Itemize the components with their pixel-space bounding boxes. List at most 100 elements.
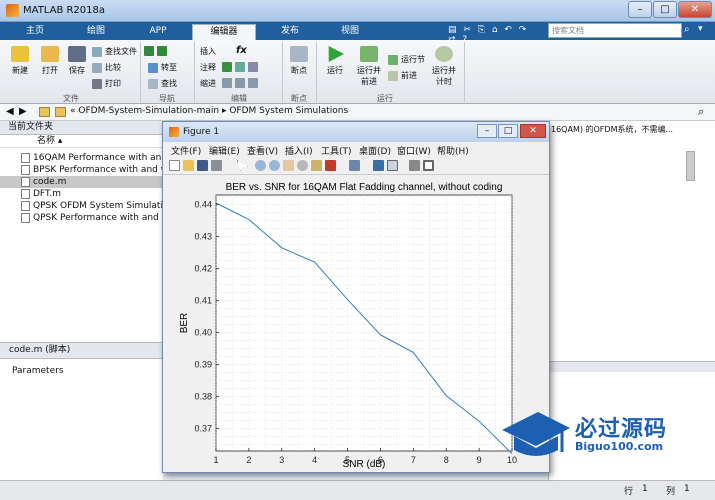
goto-button[interactable]: 转至 — [148, 62, 177, 73]
list-item[interactable]: code.m — [0, 176, 163, 188]
editor-scrollbar[interactable] — [686, 151, 695, 181]
quick-access-toolbar[interactable]: ▤ ✂ ⎘ ⌂ ↶ ↷ ⇄ ? — [448, 25, 540, 45]
brush-icon[interactable] — [325, 160, 336, 171]
breakpoints-button[interactable]: 断点 — [286, 46, 312, 76]
tab-view[interactable]: 视图 — [322, 24, 378, 40]
name-column-header[interactable]: 名称 ▴ — [0, 135, 163, 148]
run-button[interactable]: 运行 — [320, 46, 350, 76]
menu-view[interactable]: 查看(V) — [247, 144, 278, 157]
menu-desktop[interactable]: 桌面(D) — [359, 144, 391, 157]
figure-window[interactable]: Figure 1 – □ ✕ 文件(F) 编辑(E) 查看(V) 插入(I) 工… — [162, 121, 550, 473]
menu-insert[interactable]: 插入(I) — [285, 144, 313, 157]
maximize-button[interactable]: □ — [653, 1, 677, 18]
menu-tools[interactable]: 工具(T) — [321, 144, 352, 157]
search-folder-icon[interactable]: ⌕ — [698, 105, 704, 119]
list-item[interactable]: QPSK OFDM System Simulations — [0, 200, 163, 212]
back-forward-buttons[interactable] — [144, 46, 170, 56]
x-tick-label: 7 — [411, 455, 416, 465]
tab-publish[interactable]: 发布 — [262, 24, 318, 40]
figure-minimize-button[interactable]: – — [477, 124, 497, 138]
run-time-icon — [435, 46, 453, 62]
open-file-icon[interactable] — [183, 160, 194, 171]
x-tick-label: 1 — [213, 455, 218, 465]
details-text: Parameters — [12, 366, 64, 376]
tab-apps[interactable]: APP — [130, 24, 186, 40]
current-folder-panel: 当前文件夹 名称 ▴ 16QAM Performance with and w … — [0, 121, 163, 342]
run-and-time-button[interactable]: 运行并 计时 — [428, 46, 460, 87]
current-folder-title: 当前文件夹 — [0, 121, 163, 135]
forward-arrow-icon[interactable]: ▶ — [19, 106, 27, 117]
details-panel-header[interactable]: code.m (脚本) — [0, 342, 163, 359]
save-button[interactable]: 保存 — [64, 46, 90, 76]
advance-button[interactable]: 前进 — [388, 70, 417, 81]
close-button[interactable]: ✕ — [678, 1, 712, 18]
tab-plots[interactable]: 绘图 — [68, 24, 124, 40]
comment-button[interactable]: 注释 — [200, 62, 216, 73]
data-cursor-icon[interactable] — [311, 160, 322, 171]
group-label-edit: 编辑 — [231, 94, 247, 103]
print-button[interactable]: 打印 — [92, 78, 121, 89]
indent-button[interactable]: 缩进 — [200, 78, 216, 89]
compare-button[interactable]: 比较 — [92, 62, 121, 73]
search-docs-input[interactable]: 搜索文档 — [548, 23, 682, 38]
sign-in-icon[interactable]: ▾ — [698, 24, 703, 34]
show-plot-tools-icon[interactable] — [423, 160, 434, 171]
function-fx-button[interactable]: fx — [236, 45, 247, 56]
new-file-icon — [11, 46, 29, 62]
pan-hand-icon[interactable] — [283, 160, 294, 171]
minimize-button[interactable]: – — [628, 1, 652, 18]
run-section-button[interactable]: 运行节 — [388, 54, 425, 65]
figure-close-button[interactable]: ✕ — [520, 124, 546, 138]
group-label-breakpoints: 断点 — [291, 94, 307, 103]
zoom-out-icon[interactable] — [269, 160, 280, 171]
list-item[interactable]: BPSK Performance with and with — [0, 164, 163, 176]
open-button[interactable]: 打开 — [36, 46, 64, 76]
matlab-logo-icon — [6, 4, 19, 17]
menu-help[interactable]: 帮助(H) — [437, 144, 469, 157]
col-label: 列 — [666, 487, 676, 497]
link-plot-icon[interactable] — [349, 160, 360, 171]
new-button[interactable]: 新建 — [6, 46, 34, 76]
indent-tools[interactable] — [222, 78, 261, 88]
y-tick-label: 0.37 — [194, 424, 212, 434]
comment-tools[interactable] — [222, 62, 261, 72]
pointer-icon[interactable] — [237, 160, 248, 171]
list-item[interactable]: 16QAM Performance with and w — [0, 152, 163, 164]
editor-ribbon: 新建 打开 保存 查找文件 比较 打印 文件 转至 查找 导航 插入 fx 注释… — [0, 40, 715, 104]
print-figure-icon[interactable] — [211, 160, 222, 171]
tab-home[interactable]: 主页 — [10, 24, 60, 40]
rotate-3d-icon[interactable] — [297, 160, 308, 171]
divider — [316, 42, 317, 102]
menu-file[interactable]: 文件(F) — [171, 144, 201, 157]
figure-maximize-button[interactable]: □ — [498, 124, 518, 138]
back-arrow-icon[interactable]: ◀ — [6, 106, 14, 117]
figure-title-bar: Figure 1 – □ ✕ — [163, 122, 549, 142]
zoom-in-icon[interactable] — [255, 160, 266, 171]
search-icon[interactable]: ⌕ — [684, 24, 690, 35]
menu-window[interactable]: 窗口(W) — [397, 144, 431, 157]
find-files-button[interactable]: 查找文件 — [92, 46, 137, 57]
goto-icon — [148, 62, 158, 73]
y-tick-label: 0.39 — [194, 360, 212, 370]
menu-edit[interactable]: 编辑(E) — [209, 144, 240, 157]
insert-button[interactable]: 插入 — [200, 46, 216, 57]
find-files-icon — [92, 46, 102, 57]
find-button[interactable]: 查找 — [148, 78, 177, 89]
hide-plot-tools-icon[interactable] — [409, 160, 420, 171]
tab-editor[interactable]: 编辑器 — [192, 24, 256, 40]
list-item[interactable]: DFT.m — [0, 188, 163, 200]
list-item[interactable]: QPSK Performance with and with — [0, 212, 163, 224]
save-figure-icon[interactable] — [197, 160, 208, 171]
uncomment-icon — [248, 62, 258, 72]
new-figure-icon[interactable] — [169, 160, 180, 171]
divider — [464, 42, 465, 102]
run-and-advance-button[interactable]: 运行并 前进 — [352, 46, 386, 87]
folder-path[interactable]: « OFDM-System-Simulation-main ▸ OFDM Sys… — [70, 106, 348, 116]
row-value: 1 — [642, 484, 648, 494]
browse-folder-icon[interactable] — [39, 107, 50, 117]
figure-icon — [169, 127, 179, 137]
y-tick-label: 0.41 — [194, 296, 212, 306]
colorbar-icon[interactable] — [373, 160, 384, 171]
legend-icon[interactable] — [387, 160, 398, 171]
up-folder-icon[interactable] — [55, 107, 66, 117]
